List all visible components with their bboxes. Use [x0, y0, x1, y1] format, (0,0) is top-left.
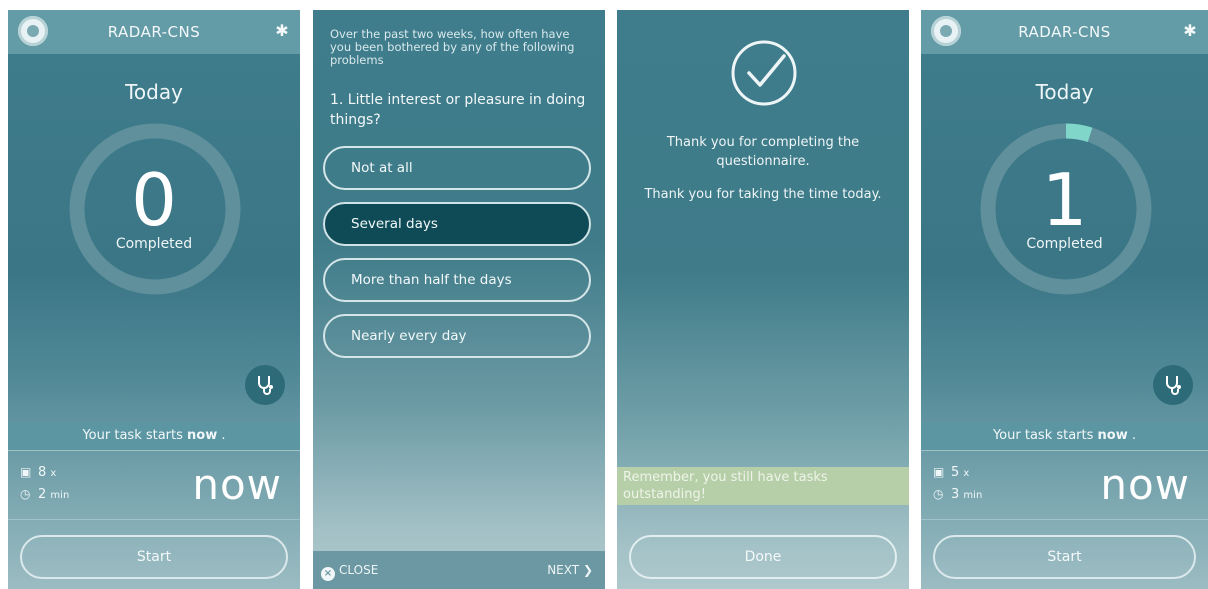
question-text: 1. Little interest or pleasure in doing …	[330, 92, 586, 128]
answer-option[interactable]: Nearly every day	[323, 314, 591, 358]
stethoscope-icon	[1166, 376, 1181, 395]
checkmark-circle-icon	[731, 40, 797, 106]
close-label: CLOSE	[339, 563, 379, 577]
duration-value: 3	[951, 487, 960, 502]
reminder-banner: Remember, you still have tasks outstandi…	[617, 467, 909, 505]
task-start-text: Your task starts	[992, 428, 1098, 443]
task-start-suffix: .	[217, 428, 226, 443]
starts-in-value: now	[192, 460, 282, 509]
start-button[interactable]: Start	[20, 535, 288, 579]
duration-value: 2	[38, 487, 47, 502]
task-stats: ▣ 5 x ◷ 3 min	[933, 462, 982, 506]
task-stats: ▣ 8 x ◷ 2 min	[20, 462, 69, 506]
done-button[interactable]: Done	[629, 535, 897, 579]
settings-gear-icon[interactable]: ✱	[1182, 23, 1198, 39]
next-label: NEXT	[547, 563, 580, 577]
task-start-suffix: .	[1127, 428, 1137, 443]
question-count-unit: x	[50, 468, 57, 479]
question-count-unit: x	[963, 468, 970, 479]
stethoscope-button[interactable]	[1153, 365, 1193, 405]
question-intro: Over the past two weeks, how often have …	[330, 27, 575, 67]
task-start-banner: Your task starts now .	[921, 422, 1208, 450]
today-heading: Today	[1035, 80, 1094, 104]
thank-you-line-1: Thank you for completing the questionnai…	[666, 135, 860, 169]
starts-in-value: now	[1100, 460, 1190, 509]
top-app-bar: RADAR-CNS ✱	[921, 10, 1208, 54]
start-button[interactable]: Start	[933, 535, 1196, 579]
checklist-icon: ▣	[20, 465, 32, 479]
answer-option-selected[interactable]: Several days	[323, 202, 591, 246]
today-heading: Today	[125, 80, 183, 104]
next-button[interactable]: NEXT ❯	[547, 551, 593, 589]
completion-screen: Thank you for completing the questionnai…	[617, 10, 909, 589]
question-count: 5	[951, 465, 960, 480]
questionnaire-screen: Over the past two weeks, how often have …	[313, 10, 605, 589]
question-count: 8	[38, 465, 47, 480]
divider	[8, 519, 300, 520]
completed-label: Completed	[1026, 236, 1103, 252]
task-start-text: Your task starts	[82, 428, 188, 443]
answer-option[interactable]: Not at all	[323, 146, 591, 190]
clock-icon: ◷	[20, 487, 31, 501]
app-title: RADAR-CNS	[107, 23, 201, 41]
settings-gear-icon[interactable]: ✱	[274, 23, 290, 39]
divider	[921, 519, 1208, 520]
close-button[interactable]: × CLOSE	[321, 551, 378, 589]
divider	[8, 450, 300, 451]
completed-count: 0	[131, 158, 177, 242]
task-start-emphasis: now	[1097, 428, 1128, 443]
chevron-right-icon: ❯	[582, 563, 593, 577]
stethoscope-button[interactable]	[245, 365, 285, 405]
answer-option[interactable]: More than half the days	[323, 258, 591, 302]
duration-unit: min	[963, 490, 983, 501]
clock-icon: ◷	[933, 487, 944, 501]
completed-count: 1	[1041, 158, 1088, 242]
task-start-emphasis: now	[187, 428, 218, 443]
completed-label: Completed	[115, 236, 193, 252]
thank-you-message: Thank you for completing the questionnai…	[617, 133, 909, 171]
stethoscope-icon	[258, 376, 273, 395]
divider	[921, 450, 1208, 451]
close-circle-icon: ×	[321, 567, 335, 581]
checklist-icon: ▣	[933, 465, 945, 479]
thank-you-line-2: Thank you for taking the time today.	[644, 187, 882, 202]
home-screen-before: RADAR-CNS ✱ Today 0 Completed Your task …	[8, 10, 300, 589]
duration-unit: min	[50, 490, 70, 501]
task-start-banner: Your task starts now .	[8, 422, 300, 450]
home-screen-after: RADAR-CNS ✱ Today 1 Completed Your task …	[921, 10, 1208, 589]
app-title: RADAR-CNS	[1018, 23, 1111, 41]
question-nav-bar: × CLOSE NEXT ❯	[313, 551, 605, 589]
top-app-bar: RADAR-CNS ✱	[8, 10, 300, 54]
